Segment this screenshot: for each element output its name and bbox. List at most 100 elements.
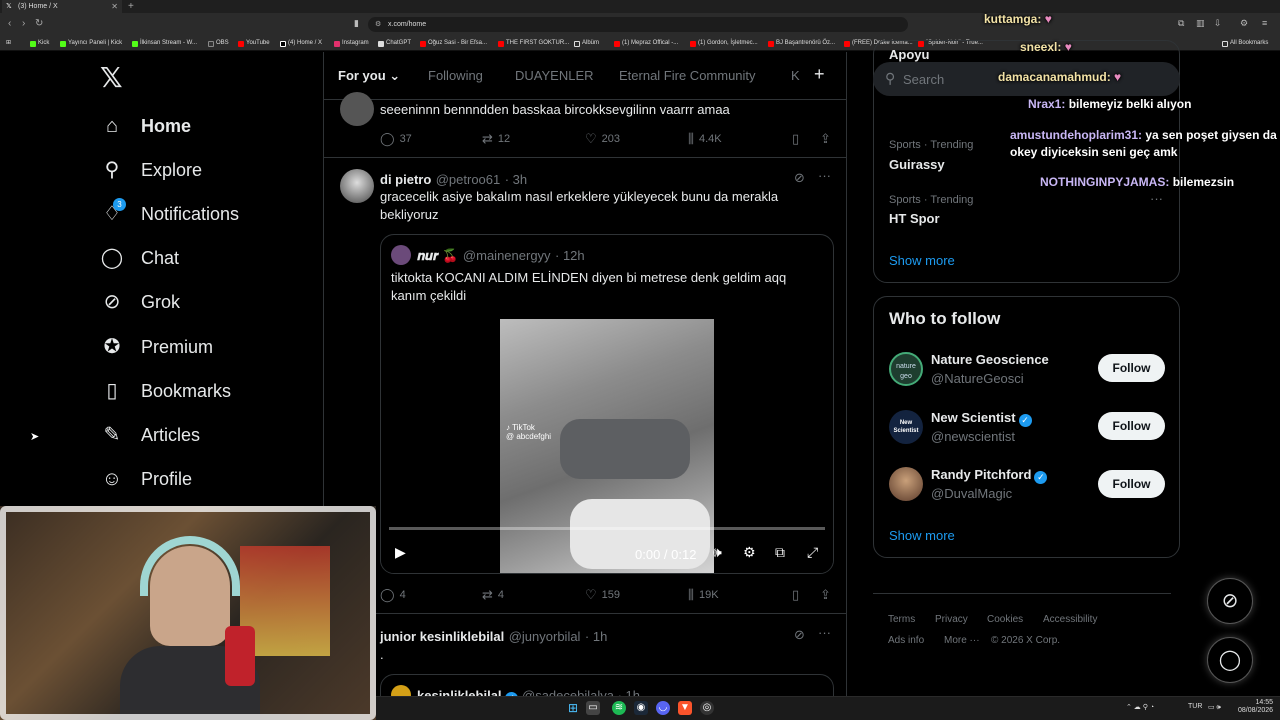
grok-fab-icon[interactable]: ⊘ xyxy=(1207,578,1253,624)
more-icon[interactable]: ··· xyxy=(1150,191,1163,206)
bookmark-button[interactable]: ▯ xyxy=(792,131,804,147)
tab-for-you[interactable]: For you ⌄ xyxy=(338,68,400,84)
play-icon[interactable]: ▶ xyxy=(395,544,406,561)
footer-privacy[interactable]: Privacy xyxy=(935,614,968,625)
back-icon[interactable]: ‹ xyxy=(8,17,11,31)
bookmark-item[interactable]: (4) Home / X xyxy=(280,38,322,49)
reload-icon[interactable]: ↻ xyxy=(35,17,43,31)
views-button[interactable]: ⫼ 4.4K xyxy=(688,131,722,147)
views-button[interactable]: ⫼ 19K xyxy=(688,587,719,603)
bookmark-item[interactable]: İlkinsan Stream - W... xyxy=(132,38,197,49)
author-handle[interactable]: @petroo61 xyxy=(436,172,501,187)
share-button[interactable]: ⇪ xyxy=(820,131,836,147)
apps-icon[interactable]: ⊞ xyxy=(6,38,11,49)
author-handle[interactable]: @junyorbilal xyxy=(509,629,581,644)
avatar[interactable] xyxy=(889,467,923,501)
footer-ads-info[interactable]: Ads info xyxy=(888,635,924,646)
grok-icon[interactable]: ⊘ xyxy=(794,627,805,643)
bookmark-item[interactable]: YouTube xyxy=(238,38,270,49)
brave-icon[interactable]: ▼ xyxy=(678,701,692,715)
nav-premium[interactable]: ✪ Premium xyxy=(100,332,213,362)
account-handle[interactable]: @newscientist xyxy=(931,429,1015,444)
bookmark-item[interactable]: Instagram xyxy=(334,38,369,49)
menu-icon[interactable]: ≡ xyxy=(1262,18,1267,28)
quoted-tweet[interactable]: 𝒏𝒖𝒓 🍒 @mainenergyy · 12h tiktokta KOCANI… xyxy=(380,234,834,574)
settings-icon[interactable]: ⚙ xyxy=(1240,18,1248,29)
nav-chat[interactable]: ◯ Chat xyxy=(100,243,179,273)
clock[interactable]: 14:55 08/08/2026 xyxy=(1238,699,1273,715)
extensions-icon[interactable]: ⧉ xyxy=(1178,18,1184,29)
author-name[interactable]: di pietro xyxy=(380,172,431,187)
network-icon[interactable]: ▭ 🕪 xyxy=(1208,703,1221,712)
tab-following[interactable]: Following xyxy=(428,68,483,83)
follow-button[interactable]: Follow xyxy=(1098,412,1165,440)
x-logo-icon[interactable]: 𝕏 xyxy=(100,64,126,92)
footer-accessibility[interactable]: Accessibility xyxy=(1043,614,1097,625)
follow-button[interactable]: Follow xyxy=(1098,354,1165,382)
nav-notifications[interactable]: ♢ 3 Notifications xyxy=(100,198,239,229)
tweet-time[interactable]: · 1h xyxy=(585,629,607,644)
tweet-time[interactable]: · 3h xyxy=(505,172,527,187)
follow-button[interactable]: Follow xyxy=(1098,470,1165,498)
url-field[interactable]: ⚙ x.com/home xyxy=(368,17,908,32)
close-tab-icon[interactable]: ✕ xyxy=(111,0,118,13)
bookmark-item[interactable]: THE FIRST GOKTUR... xyxy=(498,38,569,49)
video-progress-bar[interactable] xyxy=(389,527,825,530)
grok-icon[interactable]: ⊘ xyxy=(794,170,805,186)
new-tab-icon[interactable]: + xyxy=(128,0,134,13)
avatar[interactable] xyxy=(340,169,374,203)
nav-profile[interactable]: ☺ Profile xyxy=(100,464,192,494)
account-name[interactable]: Nature Geoscience xyxy=(931,352,1049,367)
nav-home[interactable]: ⌂ Home xyxy=(100,111,191,141)
fullscreen-icon[interactable]: ⤢ xyxy=(807,544,818,561)
reply-button[interactable]: ◯ 4 xyxy=(380,587,406,603)
bookmark-item[interactable]: ChatGPT xyxy=(378,38,411,49)
more-icon[interactable]: ··· xyxy=(818,625,831,640)
trend-title[interactable]: Guirassy xyxy=(889,157,945,172)
browser-tab[interactable]: 𝕏 (3) Home / X ✕ xyxy=(2,0,122,13)
like-button[interactable]: ♡ 159 xyxy=(585,587,620,603)
download-icon[interactable]: ⇩ xyxy=(1214,18,1222,29)
bookmark-item[interactable]: Kick xyxy=(30,38,49,49)
footer-cookies[interactable]: Cookies xyxy=(987,614,1023,625)
avatar[interactable]: New Scientist xyxy=(889,410,923,444)
tab-eternal-fire[interactable]: Eternal Fire Community xyxy=(619,68,756,83)
bookmark-item[interactable]: BJ Başantrenörü Öz... xyxy=(768,38,835,49)
tab-duayenler[interactable]: DUAYENLER xyxy=(515,68,594,83)
messages-fab-icon[interactable]: ◯ xyxy=(1207,637,1253,683)
bookmark-item[interactable]: Oğuz Sasi - Bir Efsa... xyxy=(420,38,487,49)
nav-grok[interactable]: ⊘ Grok xyxy=(100,287,180,317)
discord-icon[interactable]: ◡ xyxy=(656,701,670,715)
show-more-link[interactable]: Show more xyxy=(889,253,955,268)
volume-icon[interactable]: 🕪 xyxy=(713,544,722,561)
more-icon[interactable]: ··· xyxy=(818,168,831,183)
footer-terms[interactable]: Terms xyxy=(888,614,915,625)
nav-explore[interactable]: ⚲ Explore xyxy=(100,155,202,185)
trend-title[interactable]: Apoyu xyxy=(889,47,929,62)
settings-icon[interactable]: ⚙ xyxy=(743,544,756,561)
trend-title[interactable]: HT Spor xyxy=(889,211,940,226)
repost-button[interactable]: ⇄ 12 xyxy=(482,131,510,147)
account-handle[interactable]: @NatureGeosci xyxy=(931,371,1024,386)
footer-more[interactable]: More ··· xyxy=(944,635,980,646)
steam-icon[interactable]: ◉ xyxy=(634,701,648,715)
language-indicator[interactable]: TUR xyxy=(1188,703,1202,710)
start-icon[interactable]: ⊞ xyxy=(566,701,580,715)
account-handle[interactable]: @DuvalMagic xyxy=(931,486,1012,501)
bookmark-item[interactable]: Yayıncı Paneli | Kick xyxy=(60,38,122,49)
tray-icons[interactable]: ⌃ ☁ ⚲ ◔ xyxy=(1126,703,1154,711)
account-name[interactable]: New Scientist ✓ xyxy=(931,410,1032,427)
author-name[interactable]: junior kesinliklebilal xyxy=(380,629,504,644)
video-player[interactable]: ♪ TikTok @ abcdefghi ▶ 0:00 / 0:12 🕪 ⚙ ⧉ … xyxy=(381,319,833,573)
nav-bookmarks[interactable]: ▯ Bookmarks xyxy=(100,376,231,406)
spotify-icon[interactable]: ≋ xyxy=(612,701,626,715)
obs-icon[interactable]: ◎ xyxy=(700,701,714,715)
picture-in-picture-icon[interactable]: ⧉ xyxy=(775,544,785,561)
repost-button[interactable]: ⇄ 4 xyxy=(482,587,504,603)
forward-icon[interactable]: › xyxy=(22,17,25,31)
bookmark-item[interactable]: (1) Gordon, İşletmec... xyxy=(690,38,758,49)
avatar[interactable]: nature geo xyxy=(889,352,923,386)
site-info-icon[interactable]: ⚙ xyxy=(375,17,381,32)
account-name[interactable]: Randy Pitchford ✓ xyxy=(931,467,1048,484)
sidebar-icon[interactable]: ▥ xyxy=(1196,18,1205,29)
